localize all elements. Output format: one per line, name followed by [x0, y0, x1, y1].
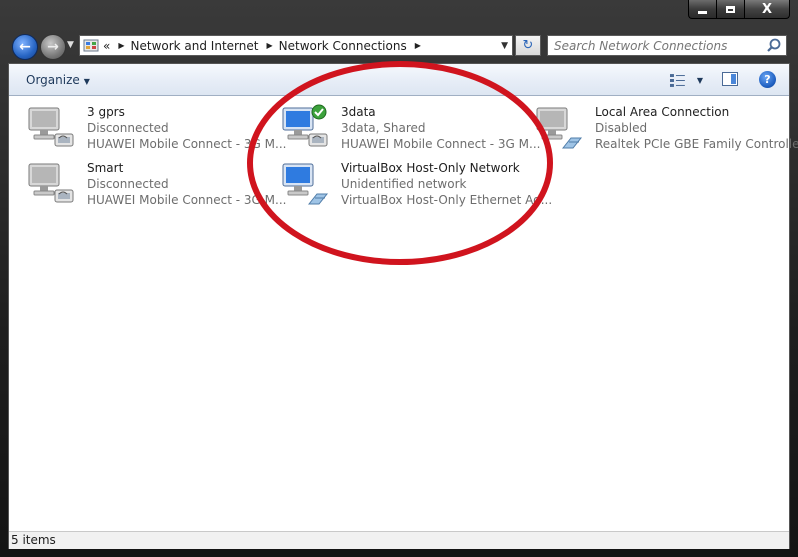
breadcrumb-separator-icon: ▶	[414, 41, 421, 50]
connection-name: VirtualBox Host-Only Network	[341, 161, 520, 175]
chevron-down-icon: ▼	[67, 40, 74, 50]
breadcrumb-overflow[interactable]: «	[103, 39, 110, 53]
help-button[interactable]: ?	[759, 71, 776, 88]
chevron-down-icon: ▼	[696, 75, 703, 85]
connection-device: Realtek PCIe GBE Family Controller	[595, 137, 798, 151]
connection-status: Disabled	[595, 121, 648, 135]
minimize-icon	[698, 10, 707, 14]
connections-list: 3 gprs Disconnected HUAWEI Mobile Connec…	[9, 96, 798, 530]
breadcrumb-separator-icon: ▶	[118, 41, 125, 50]
connection-device: HUAWEI Mobile Connect - 3G M...	[87, 137, 287, 151]
search-input[interactable]	[548, 37, 765, 54]
chevron-down-icon: ▼	[83, 77, 90, 86]
organize-menu-button[interactable]: Organize ▼	[26, 73, 90, 87]
address-bar[interactable]: « ▶ Network and Internet ▶ Network Conne…	[79, 35, 513, 56]
item-count: 5 items	[11, 533, 56, 547]
preview-pane-icon[interactable]	[722, 72, 738, 86]
search-box[interactable]	[547, 35, 787, 56]
forward-arrow-icon: →	[47, 39, 59, 55]
breadcrumb-network-and-internet[interactable]: Network and Internet	[131, 39, 259, 53]
address-history-dropdown-icon[interactable]: ▼	[501, 41, 508, 51]
status-bar: 5 items	[9, 531, 789, 549]
maximize-icon	[726, 5, 735, 13]
maximize-button[interactable]	[716, 0, 744, 19]
connection-item[interactable]: Smart Disconnected HUAWEI Mobile Connect…	[25, 160, 286, 212]
close-icon: X	[761, 1, 773, 17]
connection-status: 3data, Shared	[341, 121, 426, 135]
minimize-button[interactable]	[688, 0, 716, 19]
organize-label: Organize	[26, 73, 80, 87]
change-view-button[interactable]: ▼	[669, 72, 703, 88]
back-arrow-icon: ←	[19, 39, 31, 55]
connection-name: Local Area Connection	[595, 105, 730, 119]
window-frame: X ← → ▼ « ▶ Network and Internet ▶ Netwo…	[0, 0, 798, 557]
ethernet-computer-icon	[282, 163, 329, 205]
connection-name: Smart	[87, 161, 124, 175]
command-bar: Organize ▼ ▼ ?	[9, 64, 789, 96]
breadcrumb-separator-icon: ▶	[266, 41, 273, 50]
back-button[interactable]: ←	[12, 34, 38, 60]
connection-item[interactable]: 3data 3data, Shared HUAWEI Mobile Connec…	[279, 104, 540, 156]
connection-device: HUAWEI Mobile Connect - 3G M...	[341, 137, 541, 151]
connection-name: 3data	[341, 105, 376, 119]
help-icon: ?	[764, 73, 771, 86]
forward-button[interactable]: →	[40, 34, 66, 60]
explorer-content-pane: Organize ▼ ▼ ? 3 gprs Disconnected HUAWE…	[8, 63, 798, 549]
modem-computer-icon	[28, 107, 74, 147]
search-icon[interactable]	[765, 37, 783, 55]
control-panel-icon	[83, 39, 99, 51]
connection-status: Disconnected	[87, 121, 169, 135]
connection-device: HUAWEI Mobile Connect - 3G M...	[87, 193, 287, 207]
modem-computer-icon	[28, 163, 74, 203]
ethernet-computer-icon	[536, 107, 583, 149]
caption-buttons: X	[688, 0, 790, 20]
view-tiles-icon	[669, 74, 685, 87]
connection-item[interactable]: 3 gprs Disconnected HUAWEI Mobile Connec…	[25, 104, 286, 156]
recent-pages-dropdown[interactable]: ▼	[67, 40, 74, 50]
breadcrumb-network-connections[interactable]: Network Connections	[279, 39, 407, 53]
modem-computer-connected-icon	[282, 104, 328, 147]
connection-device: VirtualBox Host-Only Ethernet Ad...	[341, 193, 553, 207]
refresh-icon: ↻	[522, 38, 534, 53]
refresh-button[interactable]: ↻	[515, 35, 541, 56]
connection-status: Disconnected	[87, 177, 169, 191]
connection-status: Unidentified network	[341, 177, 467, 191]
connection-item[interactable]: VirtualBox Host-Only Network Unidentifie…	[279, 160, 552, 212]
connection-name: 3 gprs	[87, 105, 125, 119]
connection-item[interactable]: Local Area Connection Disabled Realtek P…	[533, 104, 798, 156]
close-button[interactable]: X	[744, 0, 790, 19]
